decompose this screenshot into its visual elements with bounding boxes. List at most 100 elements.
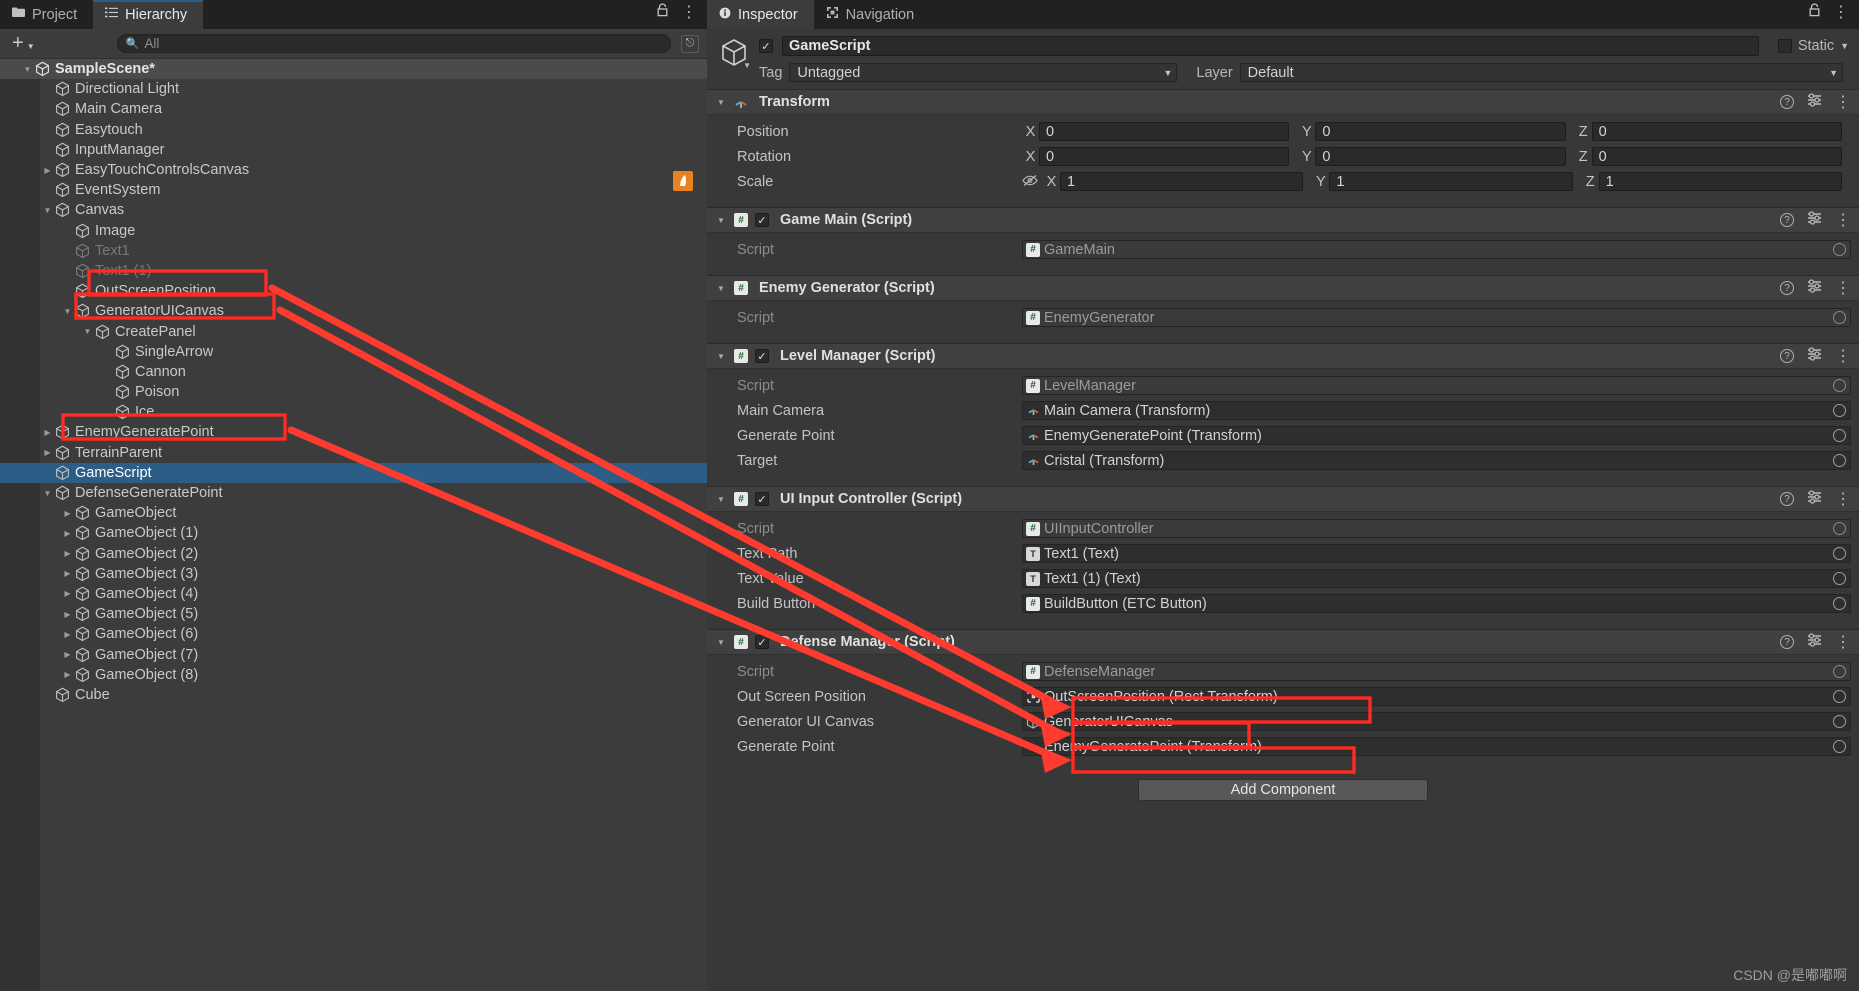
object-reference-field[interactable]: # GameMain	[1022, 240, 1851, 259]
object-reference-field[interactable]: # UIInputController	[1022, 519, 1851, 538]
hierarchy-item[interactable]: EventSystem	[0, 180, 707, 200]
preset-icon[interactable]	[1807, 279, 1822, 297]
help-icon[interactable]: ?	[1780, 635, 1794, 649]
vector-input-z[interactable]: 0	[1591, 147, 1842, 166]
chevron-right-icon[interactable]: ▶	[41, 448, 54, 457]
preset-icon[interactable]	[1807, 633, 1822, 651]
component-header[interactable]: ▼ Transform? ⋮	[707, 90, 1859, 115]
search-input[interactable]: 🔍 All	[116, 34, 671, 53]
chevron-right-icon[interactable]: ▶	[61, 610, 74, 619]
component-menu-icon[interactable]: ⋮	[1835, 210, 1851, 230]
vector-input-z[interactable]: 1	[1598, 172, 1842, 191]
vector-input-x[interactable]: 1	[1060, 172, 1304, 191]
chevron-right-icon[interactable]: ▶	[61, 650, 74, 659]
hierarchy-item[interactable]: ▶ GameObject (7)	[0, 644, 707, 664]
hierarchy-item[interactable]: Image	[0, 221, 707, 241]
hierarchy-item[interactable]: ▶ GameObject (6)	[0, 624, 707, 644]
component-menu-icon[interactable]: ⋮	[1835, 346, 1851, 366]
object-picker-icon[interactable]	[1833, 404, 1846, 417]
component-enabled-checkbox[interactable]: ✓	[755, 635, 769, 649]
hierarchy-item[interactable]: ▶ GameObject (4)	[0, 584, 707, 604]
chevron-right-icon[interactable]: ▶	[61, 670, 74, 679]
preset-icon[interactable]	[1807, 347, 1822, 365]
vector-input-x[interactable]: 0	[1039, 147, 1290, 166]
chevron-down-icon[interactable]: ▼	[717, 352, 727, 361]
chevron-right-icon[interactable]: ▶	[61, 569, 74, 578]
chevron-down-icon[interactable]: ▼	[41, 489, 54, 498]
preset-icon[interactable]	[1807, 490, 1822, 508]
object-picker-icon[interactable]	[1833, 243, 1846, 256]
vector3-field[interactable]: X0Y0Z0	[1022, 122, 1851, 141]
chevron-right-icon[interactable]: ▶	[41, 428, 54, 437]
hierarchy-menu-icon[interactable]: ⋮	[681, 2, 697, 22]
hierarchy-item[interactable]: Poison	[0, 382, 707, 402]
object-reference-field[interactable]: # LevelManager	[1022, 376, 1851, 395]
chevron-down-icon[interactable]: ▼	[717, 98, 727, 107]
layer-dropdown[interactable]: Default ▼	[1239, 63, 1843, 82]
add-component-button[interactable]: Add Component	[1138, 779, 1428, 801]
hierarchy-item[interactable]: ▶ GameObject (2)	[0, 544, 707, 564]
vector3-field[interactable]: X1Y1Z1	[1043, 172, 1851, 191]
chevron-down-icon[interactable]: ▼	[81, 327, 94, 336]
vector-input-y[interactable]: 1	[1329, 172, 1573, 191]
tab-project[interactable]: Project	[0, 0, 94, 29]
help-icon[interactable]: ?	[1780, 281, 1794, 295]
object-picker-icon[interactable]	[1833, 454, 1846, 467]
hierarchy-item[interactable]: Directional Light	[0, 79, 707, 99]
chevron-right-icon[interactable]: ▶	[61, 630, 74, 639]
hierarchy-item[interactable]: ▼ SampleScene*	[0, 59, 707, 80]
object-picker-icon[interactable]	[1833, 715, 1846, 728]
object-reference-field[interactable]: OutScreenPosition (Rect Transform)	[1022, 687, 1851, 706]
preset-icon[interactable]	[1807, 211, 1822, 229]
hierarchy-item[interactable]: ▼ CreatePanel	[0, 321, 707, 341]
chevron-down-icon[interactable]: ▼	[41, 206, 54, 215]
help-icon[interactable]: ?	[1780, 349, 1794, 363]
hierarchy-item[interactable]: ▶ GameObject (1)	[0, 523, 707, 543]
component-enabled-checkbox[interactable]: ✓	[755, 349, 769, 363]
object-picker-icon[interactable]	[1833, 379, 1846, 392]
object-picker-icon[interactable]	[1833, 690, 1846, 703]
static-checkbox[interactable]	[1777, 39, 1792, 53]
help-icon[interactable]: ?	[1780, 95, 1794, 109]
lock-icon[interactable]	[1808, 3, 1821, 21]
hierarchy-item[interactable]: InputManager	[0, 140, 707, 160]
vector-input-y[interactable]: 0	[1315, 122, 1566, 141]
preset-icon[interactable]	[1807, 93, 1822, 111]
tag-dropdown[interactable]: Untagged ▼	[789, 63, 1178, 82]
hierarchy-item[interactable]: SingleArrow	[0, 342, 707, 362]
component-menu-icon[interactable]: ⋮	[1835, 632, 1851, 652]
chevron-down-icon[interactable]: ▼	[61, 307, 74, 316]
hierarchy-item[interactable]: Main Camera	[0, 99, 707, 119]
vector-input-y[interactable]: 0	[1315, 147, 1566, 166]
object-reference-field[interactable]: EnemyGeneratePoint (Transform)	[1022, 426, 1851, 445]
hierarchy-item[interactable]: ▶ GameObject	[0, 503, 707, 523]
chevron-right-icon[interactable]: ▶	[61, 509, 74, 518]
vector3-field[interactable]: X0Y0Z0	[1022, 147, 1851, 166]
chevron-down-icon[interactable]: ▼	[717, 284, 727, 293]
chevron-right-icon[interactable]: ▶	[61, 529, 74, 538]
chevron-down-icon[interactable]: ▼	[717, 638, 727, 647]
object-picker-icon[interactable]	[1833, 522, 1846, 535]
chevron-down-icon[interactable]: ▼	[21, 65, 34, 74]
chevron-down-icon[interactable]: ▼	[717, 216, 727, 225]
object-picker-icon[interactable]	[1833, 311, 1846, 324]
gameobject-enabled-checkbox[interactable]: ✓	[759, 39, 773, 53]
object-reference-field[interactable]: # DefenseManager	[1022, 662, 1851, 681]
hierarchy-item[interactable]: ▼ Canvas	[0, 200, 707, 220]
chevron-right-icon[interactable]: ▶	[61, 589, 74, 598]
hierarchy-item[interactable]: Ice	[0, 402, 707, 422]
component-menu-icon[interactable]: ⋮	[1835, 92, 1851, 112]
component-header[interactable]: ▼ # ✓ Game Main (Script)? ⋮	[707, 208, 1859, 233]
hierarchy-item[interactable]: Text1 (1)	[0, 261, 707, 281]
search-expand-icon[interactable]: ⎋	[681, 34, 699, 53]
hierarchy-tree[interactable]: ▼ SampleScene* Directional Light Main Camer…	[0, 59, 707, 991]
object-reference-field[interactable]: GeneratorUICanvas	[1022, 712, 1851, 731]
object-reference-field[interactable]: T Text1 (Text)	[1022, 544, 1851, 563]
hierarchy-item[interactable]: Cube	[0, 685, 707, 705]
component-menu-icon[interactable]: ⋮	[1835, 278, 1851, 298]
hierarchy-item[interactable]: Cannon	[0, 362, 707, 382]
component-header[interactable]: ▼ # Enemy Generator (Script)? ⋮	[707, 276, 1859, 301]
object-picker-icon[interactable]	[1833, 665, 1846, 678]
hierarchy-item[interactable]: Easytouch	[0, 120, 707, 140]
tab-inspector[interactable]: Inspector	[707, 0, 814, 29]
